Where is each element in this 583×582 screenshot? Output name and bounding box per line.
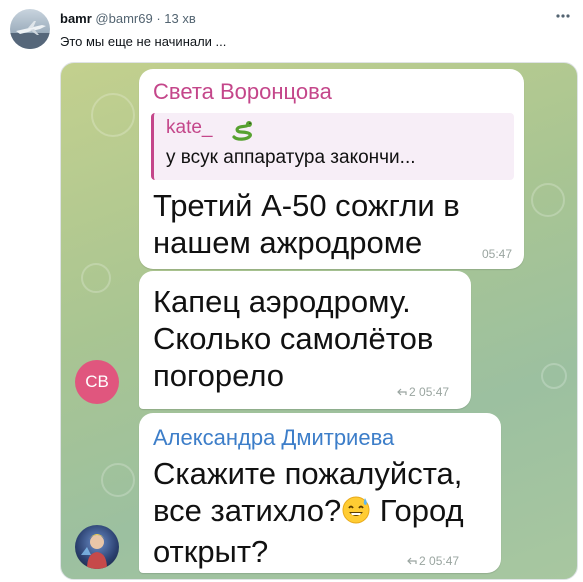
message-text: Третий А-50 сожгли в нашем ажродроме (153, 187, 460, 261)
message-bubble-2[interactable]: Капец аэродрому. Сколько самолётов погор… (139, 271, 471, 409)
message-meta: 2 05:47 (407, 554, 459, 568)
message-fragment: все затихло? (153, 493, 342, 528)
reply-arrow-icon (397, 385, 407, 399)
timestamp[interactable]: 13 хв (164, 11, 195, 26)
handle[interactable]: @bamr69 (95, 11, 152, 26)
author-avatar[interactable] (10, 9, 50, 49)
more-horizontal-icon[interactable] (553, 8, 573, 24)
tweet-media-image[interactable]: Света Воронцова kate_ у всук аппаратура … (60, 62, 578, 580)
sender-avatar[interactable] (75, 525, 119, 569)
message-line: Скажите пожалуйста, (153, 456, 463, 491)
tweet-text: Это мы еще не начинали ... (60, 34, 227, 49)
sender-name[interactable]: Александра Дмитриева (153, 425, 394, 451)
message-time: 05:47 (429, 554, 460, 568)
reply-count: 2 (419, 554, 426, 568)
message-text: Скажите пожалуйста, все затихло? Город о… (153, 455, 464, 570)
message-time: 05:47 (481, 247, 512, 261)
quote-text: у всук аппаратура закончи... (166, 147, 416, 168)
sender-name[interactable]: Света Воронцова (153, 79, 332, 105)
message-meta: 2 05:47 (397, 385, 449, 399)
reply-quote[interactable]: kate_ у всук аппаратура закончи... (151, 113, 514, 180)
reply-arrow-icon (407, 554, 417, 568)
message-text: Капец аэродрому. Сколько самолётов погор… (153, 283, 433, 394)
message-line: погорело (153, 358, 285, 393)
tweet-header: bamr @bamr69 · 13 хв (60, 11, 196, 26)
sender-avatar[interactable]: СВ (75, 360, 119, 404)
separator-dot: · (156, 11, 161, 26)
quote-author: kate_ (166, 117, 213, 138)
message-line: нашем ажродроме (153, 225, 423, 260)
display-name[interactable]: bamr (60, 11, 92, 26)
message-fragment: Город (371, 493, 464, 528)
message-line: все затихло? Город (153, 492, 464, 533)
message-line: Сколько самолётов (153, 321, 434, 356)
message-line: Капец аэродрому. (153, 284, 411, 319)
grinning-sweat-emoji-icon (341, 495, 371, 533)
message-line: Третий А-50 сожгли в (153, 188, 460, 223)
message-bubble-3[interactable]: Александра Дмитриева Скажите пожалуйста,… (139, 413, 501, 573)
message-bubble-1[interactable]: Света Воронцова kate_ у всук аппаратура … (139, 69, 524, 269)
reply-count: 2 (409, 385, 416, 399)
snake-emoji-icon (231, 119, 255, 141)
message-time: 05:47 (419, 385, 450, 399)
